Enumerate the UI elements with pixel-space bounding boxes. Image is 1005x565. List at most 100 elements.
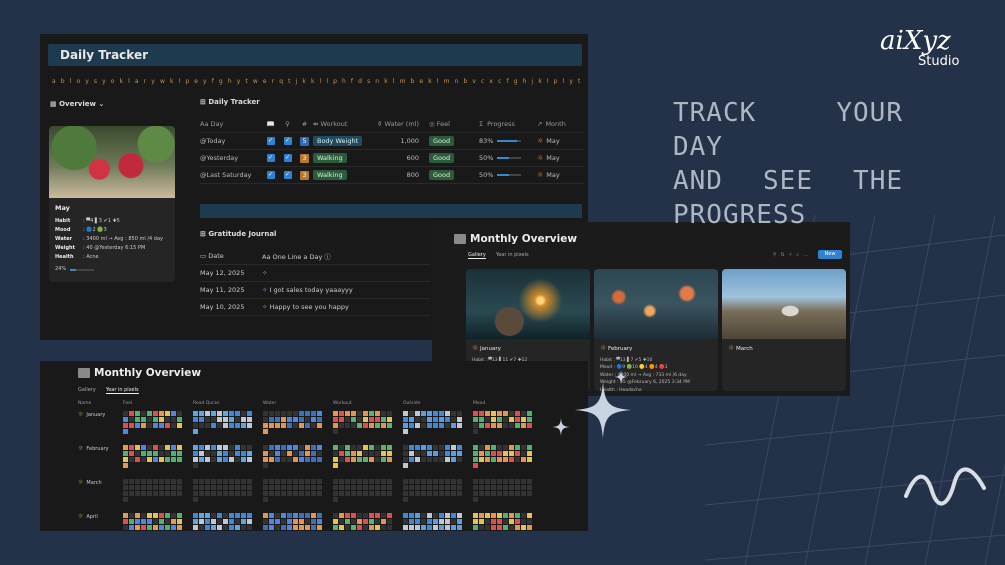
year-month-row[interactable]: ☼ February — [78, 445, 109, 452]
feel-tag[interactable]: Good — [429, 136, 455, 146]
col-workout[interactable]: ⇹ Workout — [313, 120, 369, 128]
year-month-row[interactable]: ☼ April — [78, 513, 98, 520]
pixel-grid — [403, 445, 462, 468]
tab-gallery[interactable]: Gallery — [468, 252, 486, 259]
checkbox[interactable]: ✓ — [266, 137, 275, 145]
year-column-header[interactable]: Water — [263, 401, 333, 406]
row-day[interactable]: @Last Saturday — [200, 171, 262, 179]
year-column-header[interactable]: Mood — [473, 401, 543, 406]
toolbar-icons[interactable]: ⚲⇅⚡⌕… — [773, 252, 812, 258]
tab-year-in-pixels[interactable]: Year in pixels — [105, 387, 139, 394]
checkbox[interactable]: ✓ — [266, 171, 275, 179]
gallery-card[interactable]: ☼ February Habit : ▀13 ▌7 ✔5 ✚10 Mood : 🔵9… — [594, 269, 718, 391]
table-row[interactable]: @Yesterday ✓ ✓ 3 Walking 600 Good 50% ☼ M… — [200, 150, 584, 167]
table-row[interactable]: @Last Saturday ✓ ✓ 3 Walking 800 Good 50… — [200, 167, 584, 184]
water-value[interactable]: 1,000 — [369, 137, 425, 145]
col-feel[interactable]: ◎ Feel — [425, 120, 479, 128]
table-row[interactable]: @Today ✓ ✓ 5 Body Weight 1,000 Good 83% … — [200, 133, 584, 150]
col-progress[interactable]: Σ Progress — [479, 120, 537, 128]
pixel-grid — [403, 513, 462, 531]
logo-script: aiXyz — [880, 26, 951, 56]
person-icon[interactable]: ⚲ — [279, 120, 296, 128]
alphabet-strip: a b l o y s y o k l a r y w k l p e y f … — [52, 78, 582, 85]
weight-value: : 40 @Yesterday 6:15 PM — [83, 245, 146, 251]
checkbox[interactable]: ✓ — [266, 154, 275, 162]
table-title-text: Daily Tracker — [208, 98, 260, 106]
sun-icon: ☼ — [537, 171, 544, 179]
sparkle-icon: ✧ — [262, 269, 268, 277]
gratitude-row[interactable]: May 10, 2025 ✧ Happy to see you happy — [200, 299, 430, 316]
sparkle-tiny-icon — [614, 370, 628, 384]
pixel-grid — [193, 445, 252, 468]
new-button[interactable]: New — [818, 250, 842, 259]
workout-tag[interactable]: Walking — [313, 170, 347, 180]
card-info: ☼ March — [728, 344, 753, 357]
table-header-row: Aa Day 📖 ⚲ # ⇹ Workout ⚱ Water (ml) ◎ Fe… — [200, 116, 584, 133]
checkbox[interactable]: ✓ — [283, 137, 292, 145]
checkbox[interactable]: ✓ — [283, 154, 292, 162]
habit-label: Habit — [55, 218, 71, 224]
tab-gallery[interactable]: Gallery — [78, 387, 96, 394]
tab-year-in-pixels[interactable]: Year in pixels — [496, 252, 529, 259]
gratitude-text[interactable]: ✧ — [262, 269, 267, 277]
gratitude-row[interactable]: May 11, 2025 ✧ I got sales today yaaayyy — [200, 282, 430, 299]
year-column-header[interactable]: Name — [78, 401, 123, 406]
col-line[interactable]: Aa One Line a Day ⓘ — [262, 251, 331, 261]
card-month: ☼ January — [472, 344, 562, 354]
squiggle-icon — [904, 467, 986, 506]
gratitude-row[interactable]: May 12, 2025 ✧ — [200, 265, 430, 282]
gallery-card[interactable]: ☼ March — [722, 269, 846, 391]
year-pixels-panel: Monthly Overview Gallery Year in pixels … — [40, 361, 588, 531]
feel-tag[interactable]: Good — [429, 153, 455, 163]
water-label: Water — [55, 236, 72, 242]
gallery-icon — [78, 368, 90, 378]
gratitude-journal: ⊞ Gratitude Journal ▭ Date Aa One Line a… — [200, 230, 430, 316]
year-month-row[interactable]: ☼ March — [78, 479, 102, 486]
gratitude-date[interactable]: May 10, 2025 — [200, 303, 262, 311]
row-day[interactable]: @Yesterday — [200, 154, 262, 162]
pixel-grid — [123, 411, 182, 434]
feel-tag[interactable]: Good — [429, 170, 455, 180]
checkbox[interactable]: ✓ — [283, 171, 292, 179]
gratitude-text[interactable]: ✧ Happy to see you happy — [262, 303, 349, 311]
col-water[interactable]: ⚱ Water (ml) — [369, 120, 425, 128]
year-month-row[interactable]: ☼ January — [78, 411, 105, 418]
sun-icon: ☼ — [78, 445, 84, 452]
gratitude-date[interactable]: May 11, 2025 — [200, 286, 262, 294]
pixel-grid — [473, 445, 532, 468]
row-day[interactable]: @Today — [200, 137, 262, 145]
logo-studio: Studio — [918, 54, 960, 69]
year-column-header[interactable]: Outside — [403, 401, 473, 406]
overview-heading[interactable]: ▦ Overview ⌄ — [50, 100, 104, 108]
gratitude-date[interactable]: May 12, 2025 — [200, 269, 262, 277]
col-day-label: Day — [210, 120, 224, 128]
workout-tag[interactable]: Walking — [313, 153, 347, 163]
col-line-label: One Line a Day — [272, 253, 323, 261]
month-value[interactable]: May — [546, 154, 559, 162]
water-value[interactable]: 800 — [369, 171, 425, 179]
sun-icon: ☼ — [78, 411, 84, 418]
pixel-grid — [333, 445, 392, 468]
col-date[interactable]: ▭ Date — [200, 252, 262, 260]
col-month[interactable]: ↗ Month — [537, 120, 577, 128]
gallery-icon — [454, 234, 466, 244]
pixel-grid — [263, 479, 322, 502]
month-value[interactable]: May — [546, 137, 559, 145]
pixel-grid — [123, 445, 182, 468]
year-column-header[interactable]: Workout — [333, 401, 403, 406]
overview-card[interactable]: May Habit: ▀4 ▌3 ✔1 ✚5 Mood: 🔵2 🟢3 Water… — [49, 126, 175, 282]
year-column-header[interactable]: Feel — [123, 401, 193, 406]
year-column-header[interactable]: Read Quran — [193, 401, 263, 406]
overview-progress-bar — [70, 268, 95, 271]
year-title: Monthly Overview — [94, 367, 202, 379]
month-value[interactable]: May — [546, 171, 559, 179]
health-label: Health — [55, 254, 74, 260]
hash-icon[interactable]: # — [296, 120, 313, 128]
col-day[interactable]: Aa Day — [200, 120, 262, 128]
workout-tag[interactable]: Body Weight — [313, 136, 363, 146]
book-icon[interactable]: 📖 — [262, 120, 279, 128]
gratitude-text[interactable]: ✧ I got sales today yaaayyy — [262, 286, 353, 294]
overview-info: May Habit: ▀4 ▌3 ✔1 ✚5 Mood: 🔵2 🟢3 Water… — [55, 204, 163, 274]
water-value[interactable]: 600 — [369, 154, 425, 162]
sun-icon: ☼ — [537, 137, 544, 145]
